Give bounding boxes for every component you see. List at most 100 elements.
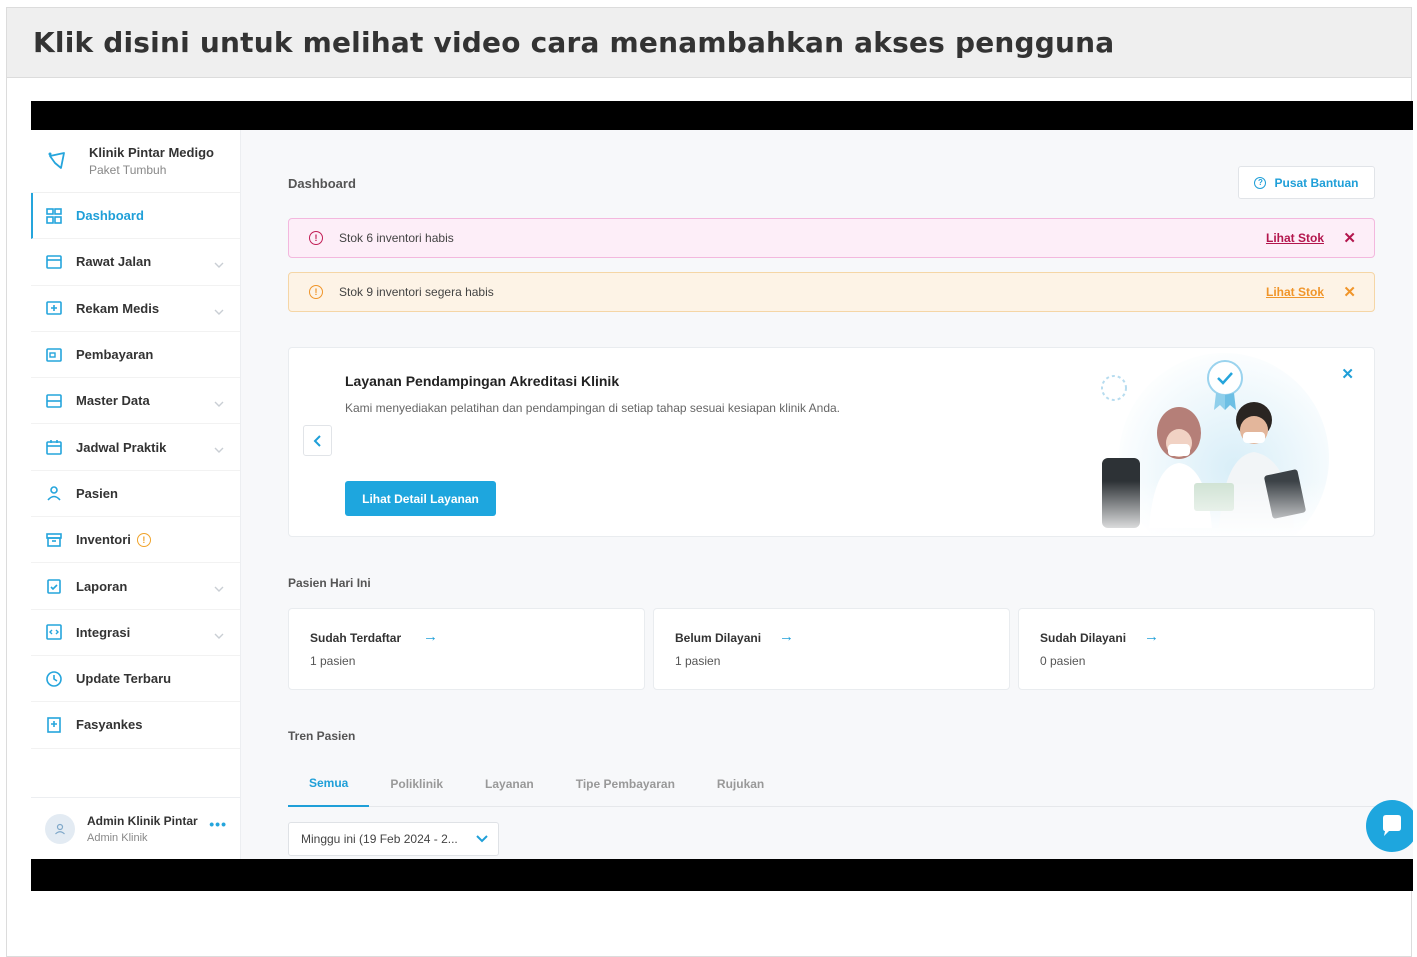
app-screen: Klinik Pintar Medigo Paket Tumbuh Dashbo… xyxy=(31,130,1413,859)
sidebar-item-label: Rekam Medis xyxy=(76,300,160,316)
user-name: Admin Klinik Pintar xyxy=(87,813,198,828)
user-icon xyxy=(45,484,63,502)
outpatient-icon xyxy=(45,253,63,271)
period-select-value: Minggu ini (19 Feb 2024 - 2... xyxy=(301,832,458,846)
promo-title: Layanan Pendampingan Akreditasi Klinik xyxy=(345,373,620,389)
view-service-button[interactable]: Lihat Detail Layanan xyxy=(345,481,496,516)
sidebar-item-label: Pembayaran xyxy=(76,347,154,363)
stat-not-served[interactable]: Belum Dilayani → 1 pasien xyxy=(653,608,1010,690)
sidebar-item-pembayaran[interactable]: Pembayaran xyxy=(31,332,240,379)
database-icon xyxy=(45,392,63,410)
clinic-name: Klinik Pintar Medigo xyxy=(89,145,214,160)
user-role: Admin Klinik xyxy=(87,831,148,844)
tab-rujukan[interactable]: Rujukan xyxy=(696,760,785,807)
chevron-down-icon xyxy=(214,627,224,645)
help-center-label: Pusat Bantuan xyxy=(1274,175,1359,190)
view-stock-link[interactable]: Lihat Stok xyxy=(1266,231,1324,245)
chevron-down-icon xyxy=(214,441,224,459)
chevron-down-icon xyxy=(214,580,224,598)
page-title: Dashboard xyxy=(288,176,356,191)
stat-value: 0 pasien xyxy=(1040,654,1086,668)
sidebar-item-laporan[interactable]: Laporan xyxy=(31,563,240,610)
inventory-icon xyxy=(45,531,63,549)
sidebar: Klinik Pintar Medigo Paket Tumbuh Dashbo… xyxy=(31,130,241,859)
tab-tipe-pembayaran[interactable]: Tipe Pembayaran xyxy=(555,760,696,807)
alert-text: Stok 6 inventori habis xyxy=(339,231,454,245)
illustration-doctors xyxy=(1054,348,1354,536)
stat-title: Sudah Terdaftar xyxy=(310,631,402,645)
trend-tabs: Semua Poliklinik Layanan Tipe Pembayaran… xyxy=(288,760,1375,807)
chat-button[interactable] xyxy=(1366,800,1413,852)
card-header[interactable]: Klik disini untuk melihat video cara men… xyxy=(7,8,1411,78)
integration-icon xyxy=(45,623,63,641)
chevron-left-icon[interactable] xyxy=(303,425,332,456)
main-content: Dashboard ? Pusat Bantuan ! Stok 6 inven… xyxy=(288,130,1375,859)
sidebar-item-label: Pasien xyxy=(76,485,118,501)
brand[interactable]: Klinik Pintar Medigo Paket Tumbuh xyxy=(31,130,240,193)
sidebar-item-label: Jadwal Praktik xyxy=(76,439,167,455)
chevron-down-icon xyxy=(214,395,224,413)
stat-value: 1 pasien xyxy=(310,654,356,668)
tab-semua[interactable]: Semua xyxy=(288,760,370,807)
clinic-plan: Paket Tumbuh xyxy=(89,163,167,177)
question-icon: ? xyxy=(1254,176,1267,189)
stat-value: 1 pasien xyxy=(675,654,721,668)
sidebar-nav: Dashboard Rawat Jalan Rekam Medis Pembayara… xyxy=(31,193,240,749)
sidebar-item-inventori[interactable]: Inventori! xyxy=(31,517,240,564)
sidebar-item-rekam-medis[interactable]: Rekam Medis xyxy=(31,286,240,332)
more-icon[interactable]: ••• xyxy=(209,816,227,832)
chevron-down-icon xyxy=(214,256,224,274)
calendar-icon xyxy=(45,438,63,456)
close-icon[interactable]: ✕ xyxy=(1343,283,1356,301)
period-select[interactable]: Minggu ini (19 Feb 2024 - 2... xyxy=(288,822,499,856)
update-icon xyxy=(45,670,63,688)
sidebar-item-integrasi[interactable]: Integrasi xyxy=(31,610,240,656)
sidebar-item-label: Update Terbaru xyxy=(76,671,172,687)
sidebar-item-jadwal-praktik[interactable]: Jadwal Praktik xyxy=(31,424,240,471)
sidebar-item-pasien[interactable]: Pasien xyxy=(31,471,240,518)
sidebar-item-label: Inventori xyxy=(76,532,131,548)
stat-title: Sudah Dilayani xyxy=(1040,631,1127,645)
video-link-title[interactable]: Klik disini untuk melihat video cara men… xyxy=(33,26,1114,59)
arrow-right-icon[interactable]: → xyxy=(779,628,794,645)
hospital-icon xyxy=(45,716,63,734)
alert-stock-empty: ! Stok 6 inventori habis Lihat Stok ✕ xyxy=(288,218,1375,258)
sidebar-item-label: Laporan xyxy=(76,578,128,594)
sidebar-item-rawat-jalan[interactable]: Rawat Jalan xyxy=(31,239,240,286)
help-center-button[interactable]: ? Pusat Bantuan xyxy=(1238,166,1375,199)
sidebar-item-master-data[interactable]: Master Data xyxy=(31,378,240,425)
view-stock-link[interactable]: Lihat Stok xyxy=(1266,285,1324,299)
tab-poliklinik[interactable]: Poliklinik xyxy=(369,760,464,807)
video-player[interactable]: Klinik Pintar Medigo Paket Tumbuh Dashbo… xyxy=(31,101,1413,891)
tab-layanan[interactable]: Layanan xyxy=(464,760,555,807)
chevron-down-icon xyxy=(476,832,488,846)
sidebar-item-fasyankes[interactable]: Fasyankes xyxy=(31,702,240,749)
alert-icon: ! xyxy=(309,231,323,245)
patient-trend-label: Tren Pasien xyxy=(288,729,356,743)
arrow-right-icon[interactable]: → xyxy=(423,628,438,645)
arrow-right-icon[interactable]: → xyxy=(1144,628,1159,645)
video-card: Klik disini untuk melihat video cara men… xyxy=(6,7,1413,957)
alert-text: Stok 9 inventori segera habis xyxy=(339,285,494,299)
user-profile[interactable]: Admin Klinik Pintar Admin Klinik ••• xyxy=(31,797,241,859)
dashboard-icon xyxy=(45,207,63,225)
medical-record-icon xyxy=(45,299,63,317)
clinic-logo-icon xyxy=(45,149,69,173)
chevron-down-icon xyxy=(214,303,224,321)
warning-icon: ! xyxy=(136,532,151,547)
sidebar-item-label: Dashboard xyxy=(76,208,144,224)
alert-stock-low: ! Stok 9 inventori segera habis Lihat St… xyxy=(288,272,1375,312)
report-icon xyxy=(45,577,63,595)
sidebar-item-label: Fasyankes xyxy=(76,717,143,733)
stat-registered[interactable]: Sudah Terdaftar → 1 pasien xyxy=(288,608,645,690)
chat-icon xyxy=(1383,815,1401,836)
avatar xyxy=(45,813,75,844)
sidebar-item-label: Integrasi xyxy=(76,624,131,640)
sidebar-item-dashboard[interactable]: Dashboard xyxy=(31,193,240,240)
stat-title: Belum Dilayani xyxy=(675,631,762,645)
sidebar-item-label: Rawat Jalan xyxy=(76,254,152,270)
sidebar-item-update-terbaru[interactable]: Update Terbaru xyxy=(31,656,240,703)
promo-description: Kami menyediakan pelatihan dan pendampin… xyxy=(345,401,841,415)
close-icon[interactable]: ✕ xyxy=(1343,229,1356,247)
stat-served[interactable]: Sudah Dilayani → 0 pasien xyxy=(1018,608,1375,690)
